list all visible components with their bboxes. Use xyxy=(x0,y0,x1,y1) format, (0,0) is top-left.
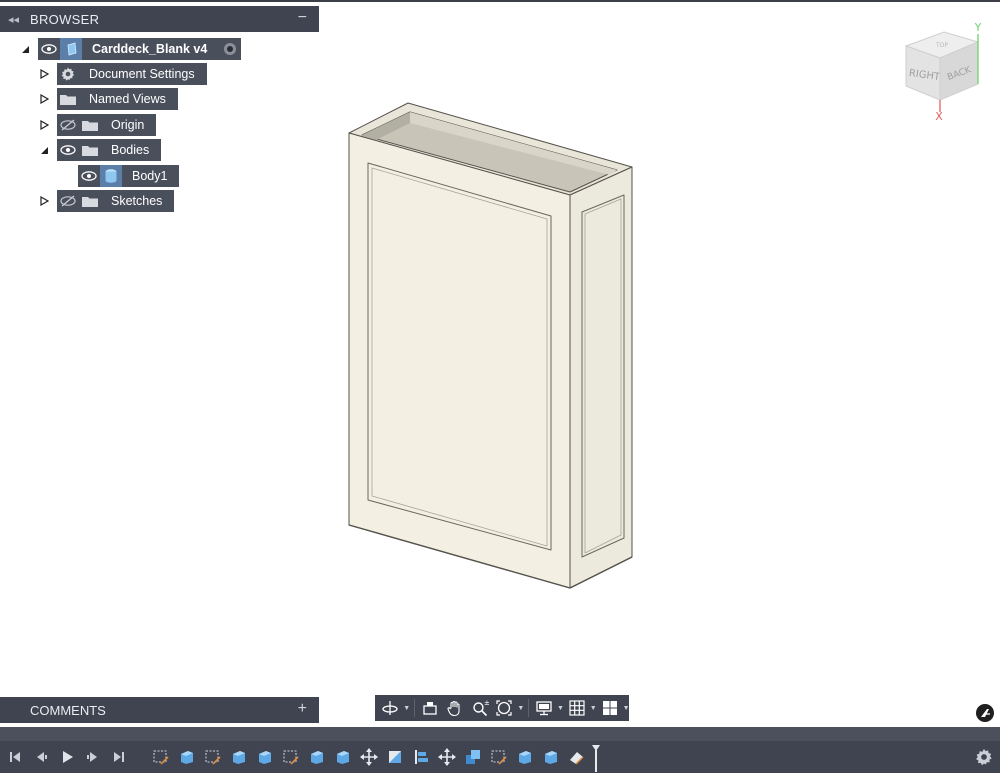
y-axis-label: Y xyxy=(974,21,982,34)
timeline-extrude-icon[interactable] xyxy=(538,741,564,773)
timeline-extrude-icon[interactable] xyxy=(512,741,538,773)
x-axis-label: X xyxy=(935,110,943,123)
timeline-bar xyxy=(0,741,1000,773)
tree-node-bodies[interactable]: Bodies xyxy=(57,139,162,161)
tree-label-named-views: Named Views xyxy=(89,92,166,106)
tree-label-document-settings: Document Settings xyxy=(89,67,195,81)
timeline-sketch-icon[interactable] xyxy=(278,741,304,773)
pan-hand-icon[interactable] xyxy=(443,697,466,719)
go-to-end-icon[interactable] xyxy=(106,741,132,773)
comments-title: COMMENTS xyxy=(30,702,106,718)
display-settings-icon[interactable] xyxy=(533,697,556,719)
tree-node-origin[interactable]: Origin xyxy=(57,114,157,136)
timeline-extrude-icon[interactable] xyxy=(304,741,330,773)
activate-radio-icon[interactable] xyxy=(219,38,241,60)
viewports-icon[interactable] xyxy=(598,697,621,719)
collapsed-triangle-icon[interactable] xyxy=(37,194,51,208)
timeline-sketch-icon[interactable] xyxy=(200,741,226,773)
tree-label-origin: Origin xyxy=(111,118,145,132)
tree-row-origin[interactable]: Origin xyxy=(37,114,157,136)
tree-row-named-views[interactable]: Named Views xyxy=(37,88,178,110)
chevron-down-icon[interactable]: ▼ xyxy=(590,697,597,719)
tree-label-bodies: Bodies xyxy=(111,143,150,157)
step-back-icon[interactable] xyxy=(28,741,54,773)
tree-node-sketches[interactable]: Sketches xyxy=(57,190,175,212)
timeline-marker-handle[interactable] xyxy=(590,741,602,773)
orbit-icon[interactable] xyxy=(379,697,402,719)
tree-label-root: Carddeck_Blank v4 xyxy=(92,42,208,56)
timeline-extrude-icon[interactable] xyxy=(226,741,252,773)
svg-text:±: ± xyxy=(484,699,489,707)
gear-icon xyxy=(57,63,79,85)
visibility-eye-icon[interactable] xyxy=(78,165,100,187)
timeline-sketch-icon[interactable] xyxy=(486,741,512,773)
component-icon xyxy=(60,38,82,60)
visibility-eye-icon[interactable] xyxy=(38,38,60,60)
timeline-divider xyxy=(0,727,1000,741)
step-forward-icon[interactable] xyxy=(80,741,106,773)
collapse-browser-icon[interactable]: ◂◂ xyxy=(8,13,30,26)
browser-title: BROWSER xyxy=(30,11,100,27)
chevron-down-icon[interactable]: ▼ xyxy=(517,697,524,719)
comments-panel-header[interactable]: COMMENTS + xyxy=(0,697,319,723)
chevron-down-icon[interactable]: ▼ xyxy=(557,697,564,719)
tree-node-root[interactable]: Carddeck_Blank v4 xyxy=(38,38,242,60)
folder-icon xyxy=(79,190,101,212)
window-top-border xyxy=(0,0,1000,2)
hidden-eye-icon[interactable] xyxy=(57,114,79,136)
timeline-extrude-icon[interactable] xyxy=(174,741,200,773)
chevron-down-icon[interactable]: ▼ xyxy=(623,697,630,719)
minimize-browser-button[interactable]: − xyxy=(298,9,307,27)
collapsed-triangle-icon[interactable] xyxy=(37,118,51,132)
collapsed-triangle-icon[interactable] xyxy=(37,67,51,81)
visibility-eye-icon[interactable] xyxy=(57,139,79,161)
tree-label-sketches: Sketches xyxy=(111,194,163,208)
timeline-align-icon[interactable] xyxy=(408,741,434,773)
autodesk-badge-icon[interactable] xyxy=(976,704,994,722)
timeline-split-body-icon[interactable] xyxy=(382,741,408,773)
timeline-settings-gear-icon[interactable] xyxy=(974,747,994,767)
tree-node-named-views[interactable]: Named Views xyxy=(57,88,178,110)
viewcube-top-label: TOP xyxy=(935,42,948,49)
tree-row-sketches[interactable]: Sketches xyxy=(37,190,175,212)
go-to-start-icon[interactable] xyxy=(2,741,28,773)
browser-panel-header[interactable]: ◂◂ BROWSER − xyxy=(0,6,319,32)
tree-label-body1: Body1 xyxy=(132,169,168,183)
timeline-combine-icon[interactable] xyxy=(460,741,486,773)
model-viewport[interactable] xyxy=(330,95,650,600)
folder-icon xyxy=(79,139,101,161)
tree-row-bodies[interactable]: Bodies xyxy=(37,139,162,161)
viewcube[interactable]: TOP RIGHT BACK Y X xyxy=(898,20,990,124)
tree-row-document-settings[interactable]: Document Settings xyxy=(37,63,207,85)
timeline-move-icon[interactable] xyxy=(434,741,460,773)
timeline-extrude-icon[interactable] xyxy=(252,741,278,773)
expanded-triangle-icon[interactable] xyxy=(18,42,32,56)
folder-icon xyxy=(79,114,101,136)
expanded-triangle-icon[interactable] xyxy=(37,143,51,157)
timeline-sketch-icon[interactable] xyxy=(148,741,174,773)
fit-window-icon[interactable] xyxy=(493,697,516,719)
tree-node-document-settings[interactable]: Document Settings xyxy=(57,63,207,85)
look-at-icon[interactable] xyxy=(419,697,442,719)
timeline-move-icon[interactable] xyxy=(356,741,382,773)
tree-row-body1[interactable]: Body1 xyxy=(78,165,180,187)
tree-row-root[interactable]: Carddeck_Blank v4 xyxy=(18,38,242,60)
play-icon[interactable] xyxy=(54,741,80,773)
timeline-extrude-icon[interactable] xyxy=(330,741,356,773)
folder-icon xyxy=(57,88,79,110)
body-icon xyxy=(100,165,122,187)
hidden-eye-icon[interactable] xyxy=(57,190,79,212)
add-comment-button[interactable]: + xyxy=(298,700,307,718)
zoom-icon[interactable]: ± xyxy=(468,697,491,719)
grid-icon[interactable] xyxy=(566,697,589,719)
chevron-down-icon[interactable]: ▼ xyxy=(403,697,410,719)
card-deck-box-model[interactable] xyxy=(348,102,633,589)
timeline-appearance-icon[interactable] xyxy=(564,741,590,773)
navigation-toolbar: ▼ ± ▼ ▼ ▼ ▼ xyxy=(375,695,630,721)
tree-node-body1[interactable]: Body1 xyxy=(78,165,180,187)
collapsed-triangle-icon[interactable] xyxy=(37,92,51,106)
